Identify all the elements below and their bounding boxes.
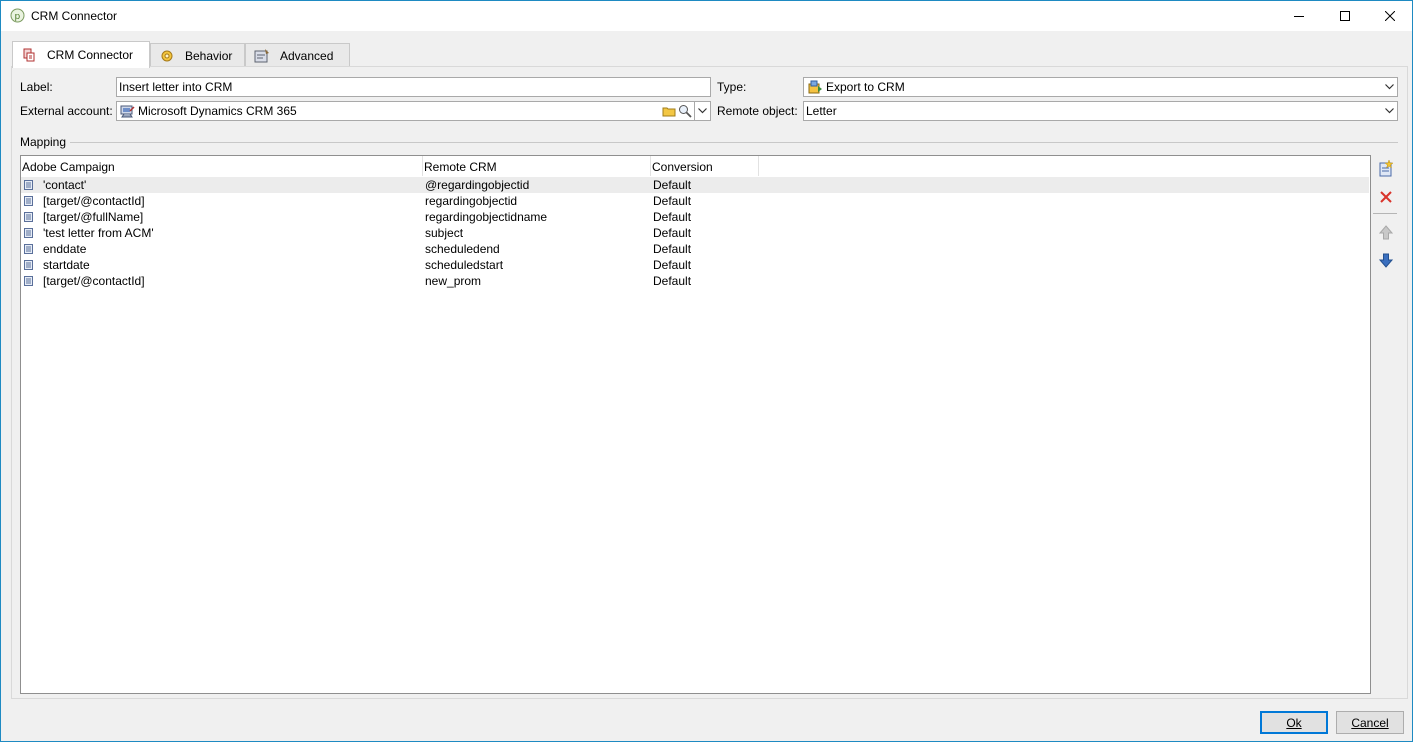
column-header-adobe-campaign[interactable]: Adobe Campaign: [21, 156, 423, 176]
field-icon: [24, 244, 33, 254]
move-up-button[interactable]: [1377, 224, 1394, 241]
external-account-icon: [120, 105, 135, 118]
table-row[interactable]: startdate scheduledstart Default: [21, 257, 1370, 273]
chevron-down-icon: [1384, 108, 1394, 114]
tab-label: Advanced: [280, 48, 334, 63]
cell-conversion: Default: [653, 274, 692, 288]
type-dropdown-button[interactable]: [1381, 78, 1397, 96]
tab-crm-connector[interactable]: CRM Connector: [12, 41, 150, 68]
minimize-icon: [1294, 16, 1304, 17]
tab-behavior[interactable]: Behavior: [150, 43, 245, 67]
cell-remote-crm: new_prom: [425, 274, 482, 288]
cell-remote-crm: @regardingobjectid: [425, 178, 530, 192]
cell-adobe-campaign: [target/@contactId]: [43, 274, 145, 288]
mapping-divider: [20, 142, 1398, 143]
mapping-grid[interactable]: Adobe Campaign Remote CRM Conversion 'co…: [20, 155, 1371, 694]
arrow-down-icon: [1378, 253, 1393, 268]
cell-adobe-campaign: startdate: [43, 258, 90, 272]
table-row[interactable]: 'contact' @regardingobjectid Default: [21, 177, 1369, 193]
delete-mapping-button[interactable]: [1377, 188, 1394, 205]
field-icon: [24, 260, 33, 270]
field-icon: [24, 276, 33, 286]
label-input[interactable]: Insert letter into CRM: [116, 77, 711, 97]
move-down-button[interactable]: [1377, 252, 1394, 269]
external-account-value: Microsoft Dynamics CRM 365: [138, 104, 297, 118]
minimize-button[interactable]: [1276, 1, 1322, 31]
table-row[interactable]: enddate scheduledend Default: [21, 241, 1370, 257]
search-account-button[interactable]: [678, 104, 692, 118]
export-icon: [808, 80, 822, 94]
tab-advanced[interactable]: Advanced: [245, 43, 350, 67]
chevron-down-icon: [1384, 84, 1394, 90]
title-bar: p CRM Connector: [1, 1, 1412, 31]
cell-conversion: Default: [653, 194, 692, 208]
type-select[interactable]: Export to CRM: [803, 77, 1398, 97]
column-header-remote-crm[interactable]: Remote CRM: [423, 156, 651, 176]
tab-label: CRM Connector: [47, 48, 134, 62]
search-icon: [679, 105, 692, 118]
type-caption: Type:: [717, 80, 747, 94]
toolbar-separator: [1373, 213, 1397, 214]
close-window-button[interactable]: [1367, 1, 1413, 31]
crm-connector-window: p CRM Connector CRM Connector Behavior A…: [0, 0, 1413, 742]
cell-remote-crm: scheduledstart: [425, 258, 504, 272]
cell-adobe-campaign: [target/@fullName]: [43, 210, 144, 224]
remote-object-dropdown-button[interactable]: [1381, 102, 1397, 120]
column-header-conversion[interactable]: Conversion: [651, 156, 759, 176]
cell-conversion: Default: [653, 178, 692, 192]
delete-icon: [1379, 190, 1392, 203]
external-account-dropdown-button[interactable]: [694, 102, 710, 120]
mapping-grid-header: Adobe Campaign Remote CRM Conversion: [21, 156, 1370, 176]
maximize-icon: [1340, 11, 1350, 21]
cell-adobe-campaign: [target/@contactId]: [43, 194, 145, 208]
cancel-button-label: Cancel: [1351, 715, 1389, 730]
cell-remote-crm: scheduledend: [425, 242, 500, 256]
add-mapping-button[interactable]: [1377, 160, 1394, 177]
field-icon: [24, 228, 33, 238]
label-caption: Label:: [20, 80, 53, 94]
cell-adobe-campaign: 'contact': [43, 178, 87, 192]
app-icon: p: [10, 8, 25, 23]
cell-conversion: Default: [653, 210, 692, 224]
cell-conversion: Default: [653, 226, 692, 240]
arrow-up-icon: [1378, 225, 1393, 240]
field-icon: [24, 212, 33, 222]
open-folder-button[interactable]: [662, 104, 676, 118]
table-row[interactable]: [target/@contactId] regardingobjectid De…: [21, 193, 1370, 209]
external-account-field[interactable]: Microsoft Dynamics CRM 365: [116, 101, 711, 121]
cell-remote-crm: regardingobjectidname: [425, 210, 548, 224]
mapping-group-label: Mapping: [20, 135, 71, 149]
field-icon: [24, 180, 33, 190]
ok-button[interactable]: Ok: [1260, 711, 1328, 734]
folder-icon: [662, 107, 676, 117]
cell-conversion: Default: [653, 242, 692, 256]
remote-object-caption: Remote object:: [717, 104, 798, 118]
cell-adobe-campaign: 'test letter from ACM': [43, 226, 154, 240]
close-icon: [1385, 11, 1395, 21]
remote-object-select[interactable]: Letter: [803, 101, 1398, 121]
crm-connector-icon: [23, 48, 35, 62]
window-title: CRM Connector: [31, 9, 118, 23]
ok-button-label: Ok: [1286, 715, 1302, 730]
type-value: Export to CRM: [826, 80, 905, 94]
external-account-caption: External account:: [20, 104, 113, 118]
svg-text:p: p: [15, 12, 21, 22]
cell-remote-crm: subject: [425, 226, 464, 240]
table-row[interactable]: [target/@contactId] new_prom Default: [21, 273, 1370, 289]
remote-object-value: Letter: [806, 104, 837, 118]
cell-conversion: Default: [653, 258, 692, 272]
advanced-icon: [254, 48, 269, 62]
cell-remote-crm: regardingobjectid: [425, 194, 518, 208]
maximize-button[interactable]: [1322, 1, 1368, 31]
field-icon: [24, 196, 33, 206]
cell-adobe-campaign: enddate: [43, 242, 87, 256]
tab-label: Behavior: [185, 48, 233, 63]
add-icon: [1379, 160, 1394, 177]
chevron-down-icon: [698, 108, 707, 114]
table-row[interactable]: [target/@fullName] regardingobjectidname…: [21, 209, 1370, 225]
table-row[interactable]: 'test letter from ACM' subject Default: [21, 225, 1370, 241]
behavior-icon: [161, 50, 173, 61]
cancel-button[interactable]: Cancel: [1336, 711, 1404, 734]
